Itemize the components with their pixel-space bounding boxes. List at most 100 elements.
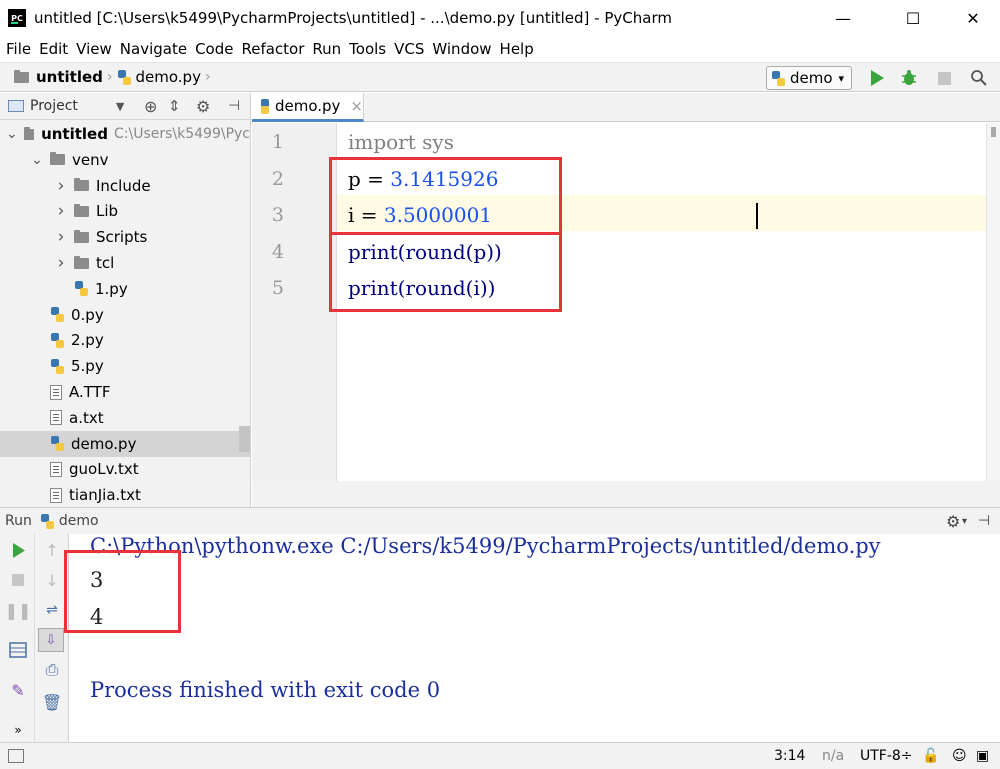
navigation-bar: untitled › demo.py › demo ▾ [0,62,1000,92]
more-icon[interactable]: » [6,718,30,742]
tree-item-label: a.txt [69,408,104,427]
gear-icon[interactable]: ⚙ [946,512,960,531]
inspector-face-icon[interactable]: ☺ [952,748,967,764]
locate-target-icon[interactable]: ⊕ [144,97,157,116]
run-panel-header: Run demo ⚙ ▾ ⊣ [0,507,1000,534]
run-config-tab[interactable]: demo [59,513,99,529]
code-editor[interactable]: 12345 import sys p = 3.1415926 i = 3.50000… [252,123,1000,507]
debug-bug-icon[interactable] [898,67,920,89]
menu-view[interactable]: View [72,40,116,58]
tree-item-label: 1.py [95,279,128,298]
tree-item[interactable]: 0.py [0,302,250,328]
menu-window[interactable]: Window [428,40,495,58]
tree-item[interactable]: tianJia.txt [0,482,250,508]
chevron-right-icon[interactable]: › [54,201,68,221]
run-configuration-select[interactable]: demo ▾ [766,66,852,90]
tree-item[interactable]: guoLv.txt [0,456,250,482]
close-tab-icon[interactable]: × [350,97,363,115]
chevron-down-icon[interactable]: ⌄ [30,152,44,168]
trash-icon[interactable]: 🗑 [40,690,64,714]
menu-bar: File Edit View Navigate Code Refactor Run Tools… [0,36,1000,62]
run-button[interactable] [866,67,888,89]
chevron-right-icon[interactable]: › [54,227,68,247]
line-separator[interactable]: n/a [822,748,844,764]
menu-help[interactable]: Help [496,40,538,58]
menu-tools[interactable]: Tools [345,40,390,58]
layout-icon[interactable] [6,638,30,662]
menu-refactor[interactable]: Refactor [237,40,308,58]
tree-item[interactable]: 1.py [0,276,250,302]
chevron-down-icon[interactable]: ▼ [116,100,124,113]
lock-icon[interactable]: 🔓 [922,748,939,764]
chevron-down-icon[interactable]: ▾ [962,516,967,527]
menu-navigate[interactable]: Navigate [116,40,191,58]
tree-item[interactable]: 2.py [0,327,250,353]
tree-item[interactable]: › Include [0,173,250,199]
gear-icon[interactable]: ⚙ [196,97,210,116]
rerun-button[interactable] [6,538,30,562]
breadcrumb-project[interactable]: untitled [14,68,103,86]
hide-panel-icon[interactable]: ⊣ [228,98,240,114]
editor-scrollbar[interactable] [986,123,1000,507]
tree-item[interactable]: a.txt [0,405,250,431]
close-window-button[interactable]: ✕ [950,0,996,36]
collapse-all-icon[interactable]: ⇕ [168,97,181,115]
tab-demo-py[interactable]: demo.py × [252,93,364,122]
tree-item-label: demo.py [71,434,137,453]
tree-item-label: A.TTF [69,383,111,401]
stop-button[interactable] [6,568,30,592]
breadcrumb-file[interactable]: demo.py [117,68,201,86]
title-bar: PC untitled [C:\Users\k5499\PycharmProje… [0,0,1000,36]
hide-panel-icon[interactable]: ⊣ [978,513,990,529]
file-encoding[interactable]: UTF-8÷ [860,748,913,764]
breadcrumb-file-label: demo.py [135,68,201,86]
maximize-button[interactable]: ☐ [890,0,936,36]
project-panel-header: Project ▼ ⊕ ⇕ ⚙ ⊣ [0,93,250,120]
menu-code[interactable]: Code [191,40,237,58]
code-line[interactable]: import sys [348,130,454,154]
tree-item[interactable]: A.TTF [0,379,250,405]
chevron-right-icon[interactable]: › [54,253,68,273]
breadcrumb-project-label: untitled [36,68,103,86]
tree-item[interactable]: › Lib [0,198,250,224]
event-log-icon[interactable]: ▣ [976,748,989,764]
soft-wrap-icon[interactable]: ⇌ [40,598,64,622]
tree-item[interactable]: ⌄ untitled C:\Users\k5499\Pyc [0,121,250,147]
breadcrumb-separator-icon: › [204,69,211,85]
search-everywhere-icon[interactable] [968,67,990,89]
tool-windows-icon[interactable] [8,749,24,763]
console-exit-message: Process finished with exit code 0 [90,678,441,702]
folder-icon [74,178,89,192]
line-number: 3 [271,204,284,226]
scroll-to-end-icon[interactable]: ⇩ [38,628,64,652]
arrow-up-icon[interactable]: ↑ [40,538,64,562]
tree-item[interactable]: › tcl [0,250,250,276]
line-number: 1 [271,131,284,153]
pause-icon[interactable]: ❚❚ [5,598,32,622]
tree-item-label: guoLv.txt [69,460,139,479]
tree-item[interactable]: demo.py [0,430,250,457]
minimize-button[interactable]: — [820,0,866,36]
project-view-label[interactable]: Project [30,98,78,114]
menu-vcs[interactable]: VCS [390,40,428,58]
tree-item[interactable]: ⌄ venv [0,147,250,173]
tree-item-label: Scripts [96,228,148,247]
pin-icon[interactable]: ✎ [6,678,30,702]
menu-edit[interactable]: Edit [35,40,72,58]
print-icon[interactable]: ⎙ [40,658,64,682]
project-scrollbar[interactable] [239,426,250,452]
run-console[interactable]: C:\Python\pythonw.exe C:/Users/k5499/Pyc… [64,534,1000,742]
arrow-down-icon[interactable]: ↓ [40,568,64,592]
tree-item[interactable]: 5.py [0,353,250,379]
caret-position[interactable]: 3:14 [774,748,805,764]
menu-run[interactable]: Run [308,40,345,58]
stop-button[interactable] [933,67,955,89]
chevron-right-icon[interactable]: › [54,176,68,196]
chevron-down-icon[interactable]: ⌄ [6,126,18,142]
tree-item[interactable]: › Scripts [0,224,250,250]
tree-item-label: untitled [41,125,108,143]
menu-file[interactable]: File [2,40,35,58]
python-file-icon [117,69,131,85]
annotation-box-prints [329,232,562,312]
code-token: import sys [348,130,454,154]
